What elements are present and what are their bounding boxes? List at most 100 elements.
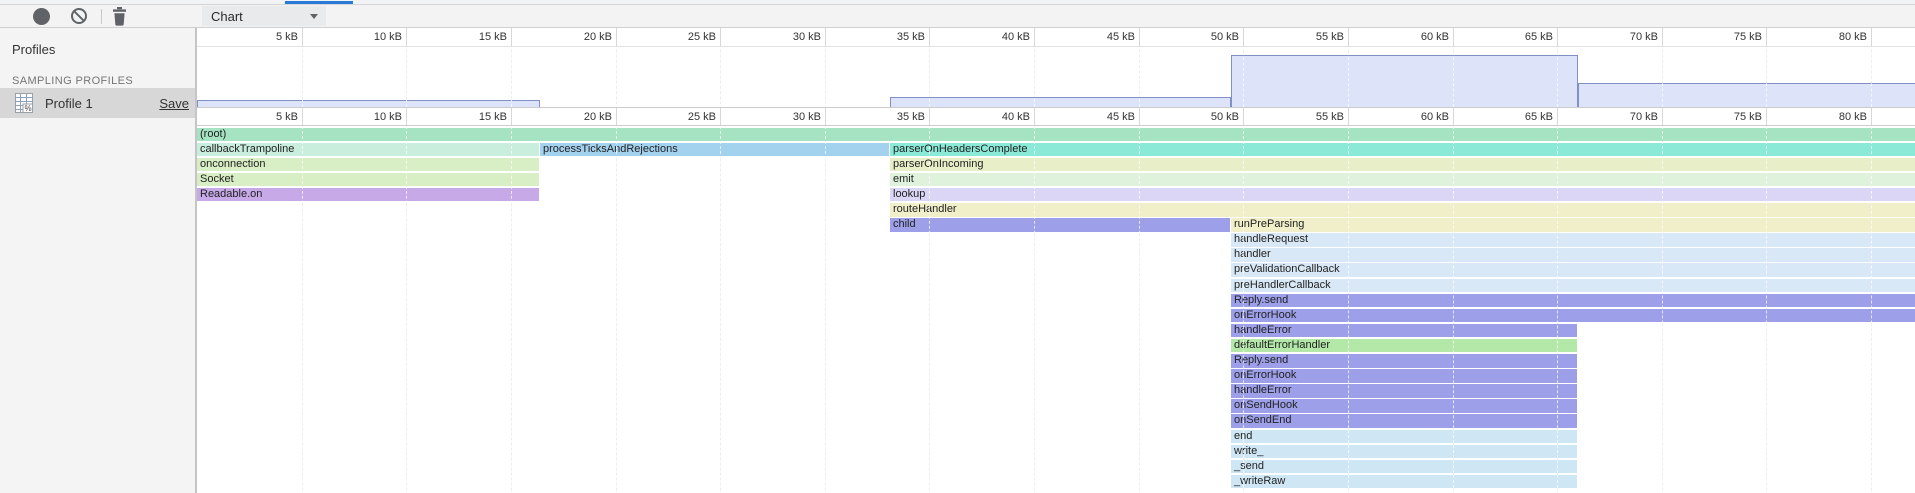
flame-bar-onconnection[interactable]: onconnection (197, 158, 539, 172)
profiler-window: Chart Profiles SAMPLING PROFILES % Profi… (0, 0, 1915, 493)
flame-chart-ruler: 5 kB10 kB 15 kB 20 kB25 kB 30 kB35 kB 40 kB 4… (197, 107, 1915, 126)
gridline (825, 126, 826, 493)
ruler-tick-label: 30 kB (721, 28, 821, 46)
profiler-toolbar: Chart (0, 5, 1915, 28)
view-mode-select-value: Chart (202, 9, 310, 24)
flame-bar-emit[interactable]: emit (890, 173, 1915, 187)
gridline (616, 126, 617, 493)
flame-bar-readable-on[interactable]: Readable.on (197, 188, 539, 202)
ruler-tick-label: 40 kB (930, 108, 1030, 126)
ruler-tick-label: 45 kB (1035, 108, 1135, 126)
flame-bar--send[interactable]: _send (1231, 460, 1577, 474)
flame-chart-pane: 5 kB10 kB15 kB20 kB25 kB30 kB35 kB40 kB4… (196, 28, 1915, 493)
flame-bar-callbacktrampoline[interactable]: callbackTrampoline (197, 143, 539, 157)
flame-bar-defaulterrorhandler[interactable]: defaultErrorHandler (1231, 339, 1577, 353)
gridline (302, 47, 303, 107)
view-mode-select[interactable]: Chart (202, 6, 326, 26)
ruler-tick-label: 55 kB (1244, 28, 1344, 46)
flame-bar-routehandler[interactable]: routeHandler (890, 203, 1915, 217)
flame-bar-onsendhook[interactable]: onSendHook (1231, 399, 1577, 413)
flame-bar-parseronheaderscomplete[interactable]: parserOnHeadersComplete (890, 143, 1915, 157)
delete-profile-icon[interactable] (111, 6, 128, 26)
flame-bar-onerrorhook[interactable]: onErrorHook (1231, 309, 1915, 323)
ruler-tick-label: 80 kB (1767, 28, 1867, 46)
save-profile-link[interactable]: Save (159, 96, 189, 111)
flame-bar-reply-send[interactable]: Reply.send (1231, 294, 1915, 308)
flame-bar-lookup[interactable]: lookup (890, 188, 1915, 202)
ruler-tick-label: 25 kB (616, 28, 716, 46)
overview-step (1578, 83, 1915, 107)
ruler-tick-label: 40 kB (930, 28, 1030, 46)
ruler-tick-label: 70 kB (1558, 108, 1658, 126)
gridline (825, 47, 826, 107)
ruler-tick-label: 80 kB (1767, 108, 1867, 126)
flame-bar-handler[interactable]: handler (1231, 248, 1915, 262)
flame-bar-onerrorhook[interactable]: onErrorHook (1231, 369, 1577, 383)
ruler-tick-label: 15 kB (407, 28, 507, 46)
ruler-tick-label: 5 kB (198, 108, 298, 126)
flame-bar-runpreparsing[interactable]: runPreParsing (1231, 218, 1915, 232)
sampling-profile-icon: % (13, 92, 35, 114)
ruler-tick-label: 60 kB (1349, 108, 1449, 126)
record-heap-profile-button[interactable] (33, 8, 50, 25)
ruler-tick-label: 35 kB (825, 108, 925, 126)
flame-chart-canvas[interactable]: (root)callbackTrampolineprocessTicksAndR… (197, 126, 1915, 493)
ruler-tick-label: 75 kB (1662, 108, 1762, 126)
profiles-sidebar: Profiles SAMPLING PROFILES % Profile 1 S… (0, 28, 196, 493)
clear-profiles-icon[interactable] (69, 6, 89, 26)
overview-step (1231, 55, 1578, 107)
gridline (511, 47, 512, 107)
overview-step (890, 97, 1231, 107)
ruler-tick-label: 45 kB (1035, 28, 1135, 46)
flame-bar--root-[interactable]: (root) (197, 128, 1915, 142)
ruler-tick-label: 70 kB (1558, 28, 1658, 46)
memory-overview-timeline[interactable] (197, 47, 1915, 107)
sidebar-item-profile-1[interactable]: % Profile 1 Save (0, 88, 195, 118)
ruler-tick-label: 55 kB (1244, 108, 1344, 126)
sampling-profiles-section-label: SAMPLING PROFILES (0, 57, 195, 87)
ruler-tick-label: 15 kB (407, 108, 507, 126)
ruler-tick-label: 10 kB (302, 108, 402, 126)
profile-name: Profile 1 (45, 96, 159, 111)
ruler-tick-label: 5 kB (198, 28, 298, 46)
flame-bar-prevalidationcallback[interactable]: preValidationCallback (1231, 263, 1915, 277)
ruler-tick-label: 10 kB (302, 28, 402, 46)
flame-bar-end[interactable]: end (1231, 430, 1577, 444)
ruler-tick-label: 75 kB (1662, 28, 1762, 46)
ruler-tick-label: 25 kB (616, 108, 716, 126)
flame-bar-child[interactable]: child (890, 218, 1230, 232)
flame-bar-reply-send[interactable]: Reply.send (1231, 354, 1577, 368)
ruler-tick-label: 50 kB (1139, 108, 1239, 126)
ruler-tick-line (1871, 28, 1872, 46)
flame-bar-handleerror[interactable]: handleError (1231, 324, 1577, 338)
ruler-tick-label: 60 kB (1349, 28, 1449, 46)
flame-bar-processticksandrejections[interactable]: processTicksAndRejections (540, 143, 889, 157)
ruler-tick-line (1871, 108, 1872, 125)
ruler-tick-label: 20 kB (512, 108, 612, 126)
overview-ruler: 5 kB10 kB 15 kB 20 kB25 kB 30 kB35 kB 40 kB 4… (197, 28, 1915, 47)
gridline (720, 47, 721, 107)
gridline (406, 47, 407, 107)
gridline (616, 47, 617, 107)
flame-bar-onsendend[interactable]: onSendEnd (1231, 414, 1577, 428)
flame-bar-write-[interactable]: write_ (1231, 445, 1577, 459)
svg-text:%: % (25, 104, 32, 113)
ruler-tick-label: 65 kB (1453, 108, 1553, 126)
ruler-tick-label: 35 kB (825, 28, 925, 46)
flame-bar-handleerror[interactable]: handleError (1231, 384, 1577, 398)
ruler-tick-label: 20 kB (512, 28, 612, 46)
profiles-panel-title: Profiles (0, 28, 195, 57)
ruler-tick-label: 50 kB (1139, 28, 1239, 46)
toolbar-divider (101, 9, 102, 24)
ruler-tick-label: 65 kB (1453, 28, 1553, 46)
flame-bar-handlerequest[interactable]: handleRequest (1231, 233, 1915, 247)
ruler-tick-label: 30 kB (721, 108, 821, 126)
chevron-down-icon (310, 14, 318, 19)
gridline (720, 126, 721, 493)
active-tab-indicator (285, 1, 353, 4)
flame-bar-socket[interactable]: Socket (197, 173, 539, 187)
flame-bar-parseronincoming[interactable]: parserOnIncoming (890, 158, 1915, 172)
overview-step (197, 100, 540, 107)
flame-bar-prehandlercallback[interactable]: preHandlerCallback (1231, 279, 1915, 293)
flame-bar--writeraw[interactable]: _writeRaw (1231, 475, 1577, 489)
